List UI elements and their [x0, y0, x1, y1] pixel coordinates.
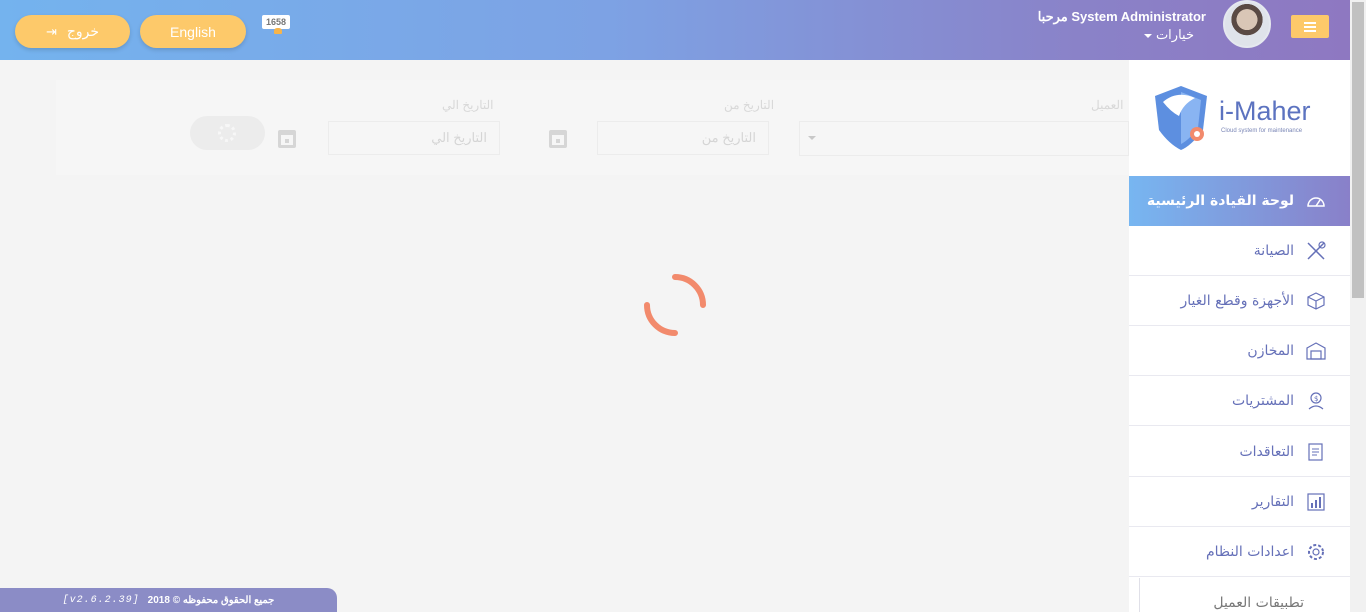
sidebar-item-label: اعدادات النظام — [1205, 543, 1294, 560]
top-bar: ⇥ خروج English 1658 مرحبا System Adminis… — [0, 0, 1350, 60]
sidebar-item-maintenance[interactable]: الصيانة — [1129, 226, 1350, 276]
dashboard-icon — [1307, 197, 1325, 207]
sidebar-item-label: تطبيقات العميل — [1213, 594, 1304, 611]
sidebar-item-warehouses[interactable]: المخازن — [1129, 326, 1350, 376]
logout-icon: ⇥ — [45, 23, 57, 39]
sidebar-item-label: الأجهزة وقطع الغيار — [1180, 292, 1295, 309]
sidebar-item-purchases[interactable]: المشتريات $ — [1129, 376, 1350, 426]
eagle-shield-icon — [1155, 86, 1207, 150]
hamburger-line — [1304, 25, 1316, 28]
menu-toggle-button[interactable] — [1291, 15, 1329, 38]
refresh-button[interactable] — [190, 116, 265, 150]
date-from-label: التاريخ من — [724, 98, 775, 112]
logo-tagline: Cloud system for maintenance — [1221, 128, 1303, 134]
sidebar-item-label: المخازن — [1247, 342, 1294, 359]
sidebar-item-label: التقارير — [1251, 493, 1294, 510]
hamburger-icon — [1304, 21, 1316, 24]
footer: [v2.6.2.39] جميع الحقوق محفوظه © 2018 — [0, 588, 337, 612]
avatar[interactable] — [1223, 0, 1271, 48]
svg-text:$: $ — [1314, 395, 1318, 403]
language-button[interactable]: English — [140, 15, 246, 48]
chevron-down-icon — [808, 136, 816, 140]
purchase-icon: $ — [1308, 392, 1324, 410]
logo-text: i-Maher — [1219, 96, 1311, 126]
refresh-icon — [218, 124, 236, 142]
user-options-dropdown[interactable]: خيارات — [1143, 27, 1194, 43]
box-icon — [1307, 292, 1325, 310]
bell-icon — [274, 28, 282, 34]
loading-spinner — [644, 274, 706, 336]
filter-panel: التاريخ الي التاريخ الي التاريخ من التار… — [56, 80, 1129, 175]
version-label: [v2.6.2.39] — [62, 594, 140, 606]
logout-label: خروج — [66, 23, 100, 39]
sidebar-item-dashboard[interactable]: لوحة القيادة الرئيسية — [1129, 176, 1350, 226]
page-scrollbar[interactable] — [1350, 0, 1366, 612]
tools-icon — [1307, 241, 1326, 260]
calendar-icon[interactable] — [278, 130, 296, 148]
calendar-icon[interactable] — [549, 130, 567, 148]
sidebar-item-contracts[interactable]: التعاقدات — [1129, 427, 1350, 477]
sidebar-item-devices[interactable]: الأجهزة وقطع الغيار — [1129, 276, 1350, 326]
contract-icon — [1308, 443, 1323, 461]
logout-button[interactable]: ⇥ خروج — [15, 15, 130, 48]
copyright-label: جميع الحقوق محفوظه © 2018 — [147, 594, 275, 606]
user-welcome: مرحبا System Administrator — [1037, 9, 1206, 24]
sidebar-item-settings[interactable]: اعدادات النظام — [1129, 527, 1350, 577]
date-to-input[interactable]: التاريخ الي — [328, 121, 500, 155]
client-select[interactable] — [799, 121, 1129, 156]
logo[interactable]: i-Maher Cloud system for maintenance — [1151, 82, 1331, 152]
language-label: English — [170, 23, 216, 40]
sidebar: i-Maher Cloud system for maintenance لوح… — [1129, 60, 1350, 612]
sidebar-item-client-apps[interactable]: تطبيقات العميل — [1139, 578, 1350, 612]
notification-badge: 1658 — [262, 15, 291, 29]
sidebar-item-label: لوحة القيادة الرئيسية — [1146, 193, 1294, 209]
caret-down-icon — [1143, 33, 1152, 38]
main-content: التاريخ الي التاريخ الي التاريخ من التار… — [12, 60, 1129, 612]
report-icon — [1307, 493, 1325, 511]
client-label: العميل — [1091, 98, 1124, 112]
notification-bell[interactable]: 1658 — [262, 15, 295, 37]
sidebar-item-label: التعاقدات — [1239, 443, 1294, 460]
sidebar-item-reports[interactable]: التقارير — [1129, 477, 1350, 527]
scrollbar-thumb[interactable] — [1352, 2, 1364, 298]
warehouse-icon — [1306, 342, 1326, 360]
options-label: خيارات — [1155, 27, 1194, 42]
hamburger-line — [1304, 29, 1316, 32]
gear-icon — [1308, 544, 1324, 560]
date-to-label: التاريخ الي — [442, 98, 494, 112]
sidebar-item-label: الصيانة — [1253, 242, 1294, 259]
sidebar-item-label: المشتريات — [1231, 392, 1294, 409]
date-from-input[interactable]: التاريخ من — [597, 121, 769, 155]
